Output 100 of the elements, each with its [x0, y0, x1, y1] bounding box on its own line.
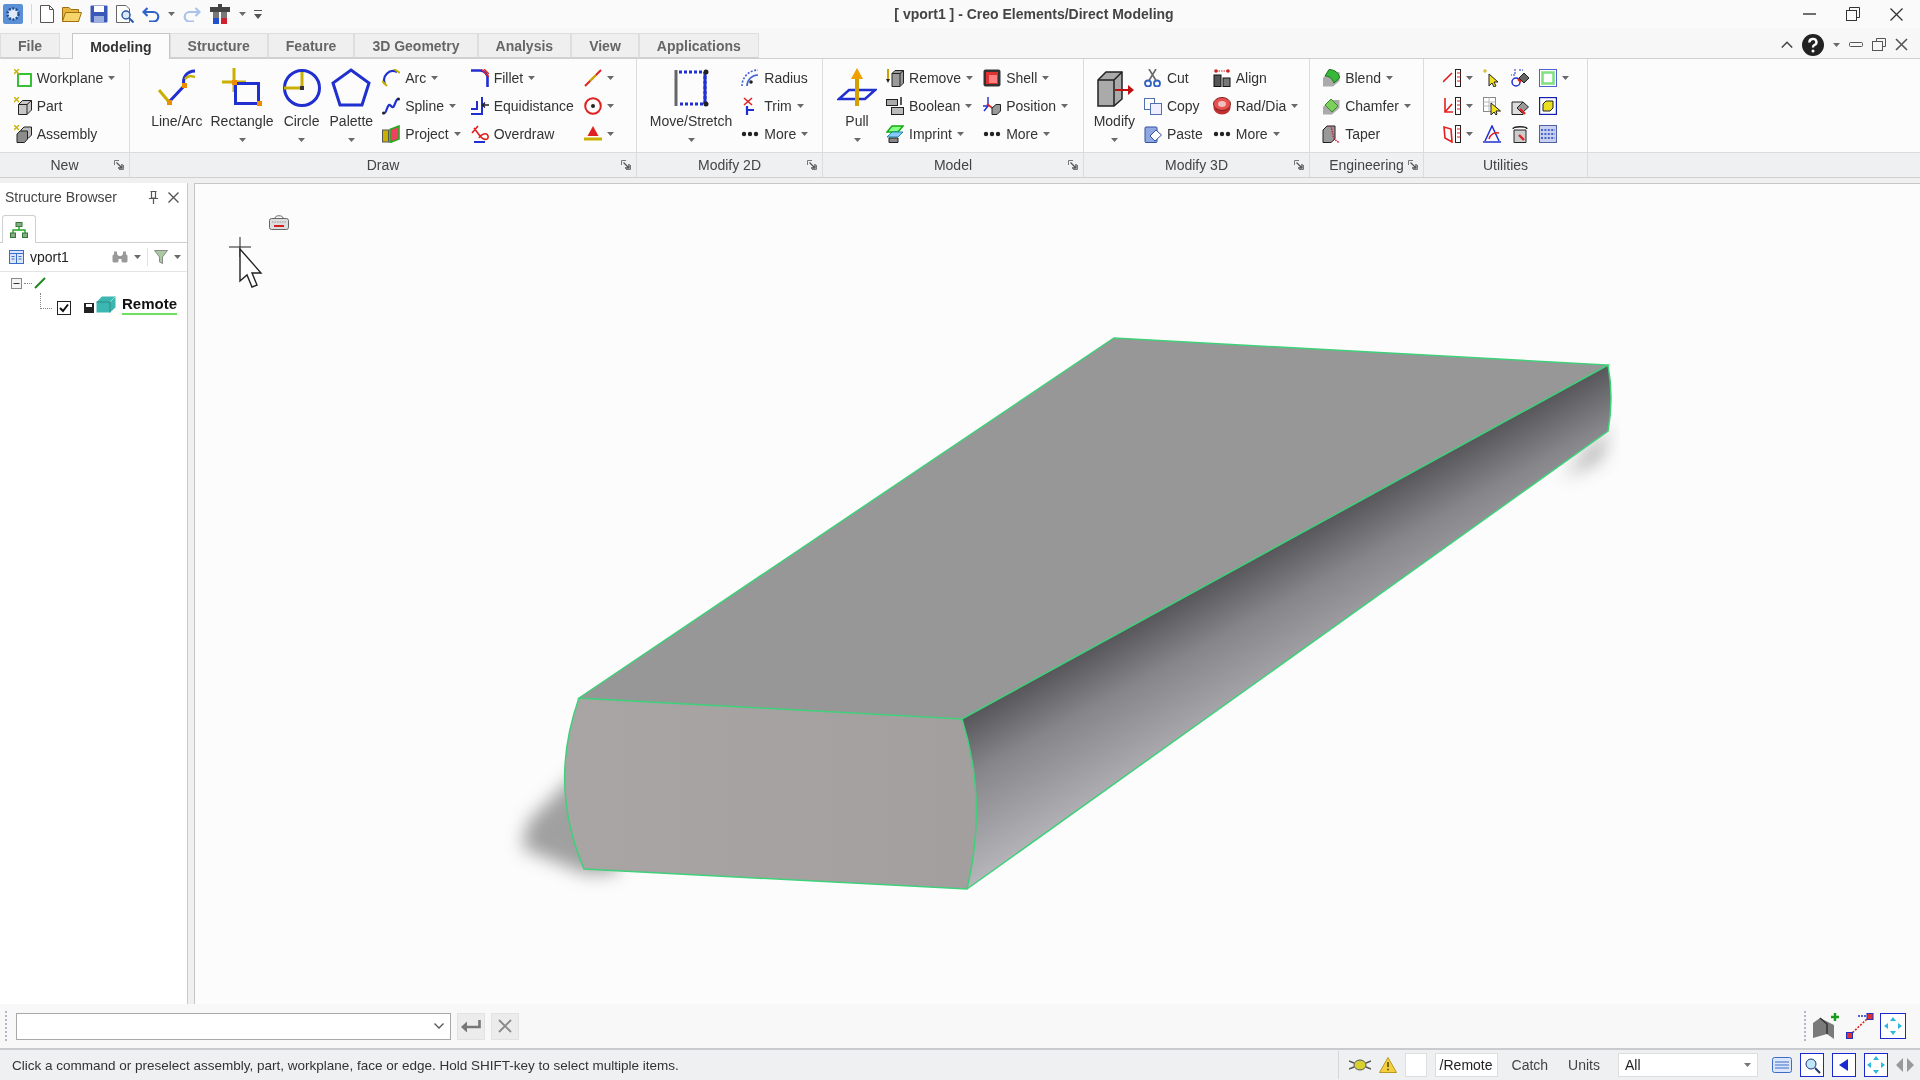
collapse-icon[interactable]	[11, 277, 22, 289]
ribbon-button[interactable]: Overdraw	[467, 120, 577, 148]
caret-icon	[606, 104, 614, 108]
pin-icon[interactable]	[149, 190, 158, 204]
customize-icon[interactable]	[254, 9, 262, 19]
restore-icon[interactable]	[1872, 38, 1886, 51]
arrows-frame-icon[interactable]	[1880, 1013, 1906, 1039]
large-ribbon-button[interactable]: Pull	[835, 59, 879, 142]
save-icon[interactable]	[90, 5, 108, 23]
status-button[interactable]: Units	[1562, 1057, 1606, 1073]
ribbon-button[interactable]: Paste	[1140, 120, 1206, 148]
collapse-ribbon-icon[interactable]	[1781, 41, 1793, 48]
ribbon-button[interactable]: Radius	[738, 64, 812, 92]
ribbon-button[interactable]: More	[738, 120, 812, 148]
enter-button[interactable]	[457, 1012, 485, 1040]
ribbon-tab[interactable]: File	[0, 33, 61, 58]
ribbon-button[interactable]: Align	[1209, 64, 1302, 92]
ribbon-button[interactable]: Shell	[980, 64, 1071, 92]
caret-icon[interactable]	[174, 255, 181, 259]
ribbon-button[interactable]: Taper	[1319, 120, 1414, 148]
large-ribbon-button[interactable]: Move/Stretch	[647, 59, 735, 142]
new-file-icon[interactable]	[40, 5, 54, 23]
ribbon-button[interactable]: Copy	[1140, 92, 1206, 120]
launcher-icon[interactable]	[1068, 160, 1078, 170]
tree-icon	[10, 221, 28, 238]
dots-icon	[1212, 131, 1231, 137]
cancel-button[interactable]	[491, 1012, 519, 1040]
caret-icon	[1465, 104, 1473, 108]
open-folder-icon[interactable]	[62, 6, 82, 22]
ribbon-tab[interactable]: Applications	[638, 33, 759, 58]
caret-icon[interactable]	[1833, 42, 1840, 47]
bug-icon[interactable]	[1348, 1058, 1371, 1072]
ribbon-tab[interactable]: View	[571, 33, 639, 58]
checkbox[interactable]	[57, 301, 71, 315]
ribbon-button[interactable]: More	[1209, 120, 1302, 148]
binoculars-icon[interactable]	[112, 251, 128, 263]
large-ribbon-button[interactable]: Circle	[279, 59, 324, 142]
ribbon-tab[interactable]: Analysis	[477, 33, 572, 58]
large-ribbon-button[interactable]: Modify	[1091, 59, 1137, 142]
ribbon-button[interactable]: Blend	[1319, 64, 1414, 92]
filter-select[interactable]: All	[1618, 1053, 1758, 1077]
rounded-block-icon	[1322, 69, 1341, 87]
dots-icon	[983, 131, 1002, 137]
solid-plus-icon[interactable]	[1812, 1013, 1840, 1039]
launcher-icon[interactable]	[114, 160, 124, 170]
zoom-frame-icon[interactable]	[1800, 1053, 1824, 1077]
ribbon-button[interactable]: Trim	[738, 92, 812, 120]
model-name[interactable]: vport1	[30, 249, 69, 265]
ribbon-button[interactable]: Spline	[379, 92, 464, 120]
caret-icon	[606, 76, 614, 80]
list-window-icon[interactable]	[1772, 1057, 1792, 1073]
command-input[interactable]	[16, 1012, 451, 1040]
undo-icon[interactable]	[142, 6, 160, 22]
ribbon-button[interactable]: Assembly	[10, 120, 119, 148]
ribbon-button[interactable]: Cut	[1140, 64, 1206, 92]
minimize-icon[interactable]	[1849, 42, 1863, 47]
large-ribbon-button[interactable]: Rectangle	[208, 59, 276, 142]
restore-icon[interactable]	[1846, 7, 1860, 21]
part-label[interactable]: Remote	[122, 295, 177, 315]
caret-icon	[1465, 132, 1473, 136]
caret-icon[interactable]	[134, 255, 141, 259]
ribbon-button[interactable]: More	[980, 120, 1071, 148]
launcher-icon[interactable]	[807, 160, 817, 170]
ribbon-button[interactable]: Boolean	[883, 92, 977, 120]
ribbon-button[interactable]: Arc	[379, 64, 464, 92]
arrows-frame-icon[interactable]	[1864, 1053, 1888, 1077]
ribbon-button[interactable]: Remove	[883, 64, 977, 92]
large-ribbon-button[interactable]: Palette	[327, 59, 376, 142]
dimension-line-icon[interactable]	[1846, 1013, 1874, 1039]
launcher-icon[interactable]	[1408, 160, 1418, 170]
tools-icon[interactable]	[209, 4, 231, 24]
close-icon[interactable]	[1890, 7, 1903, 21]
help-icon[interactable]	[1802, 33, 1824, 56]
ribbon-button[interactable]: Part	[10, 92, 119, 120]
launcher-icon[interactable]	[1294, 160, 1304, 170]
ribbon-tab[interactable]: 3D Geometry	[354, 33, 478, 58]
ribbon-tab[interactable]: Modeling	[72, 33, 170, 59]
app-icon[interactable]	[3, 4, 23, 24]
launcher-icon[interactable]	[621, 160, 631, 170]
ribbon-button[interactable]: Rad/Dia	[1209, 92, 1302, 120]
caret-icon[interactable]	[168, 12, 175, 16]
close-icon[interactable]	[1895, 38, 1908, 51]
close-icon[interactable]	[168, 191, 179, 203]
warning-icon[interactable]	[1378, 1057, 1397, 1073]
large-ribbon-button[interactable]: Line/Arc	[149, 59, 205, 138]
print-preview-icon[interactable]	[116, 5, 134, 23]
status-button[interactable]: Catch	[1505, 1057, 1555, 1073]
ribbon-button[interactable]: Fillet	[467, 64, 577, 92]
caret-icon	[528, 76, 536, 80]
ribbon-button[interactable]: Position	[980, 92, 1071, 120]
ribbon-button[interactable]: Chamfer	[1319, 92, 1414, 120]
ribbon-button[interactable]: Imprint	[883, 120, 977, 148]
ribbon-tab[interactable]: Structure	[169, 33, 268, 58]
ribbon-tab[interactable]: Feature	[267, 33, 355, 58]
filter-icon[interactable]	[154, 250, 168, 264]
ribbon-button[interactable]: Equidistance	[467, 92, 577, 120]
ribbon-button[interactable]: Workplane	[10, 64, 119, 92]
ribbon-button[interactable]: Project	[379, 120, 464, 148]
caret-icon[interactable]	[239, 12, 246, 16]
browser-tab[interactable]	[2, 215, 36, 243]
